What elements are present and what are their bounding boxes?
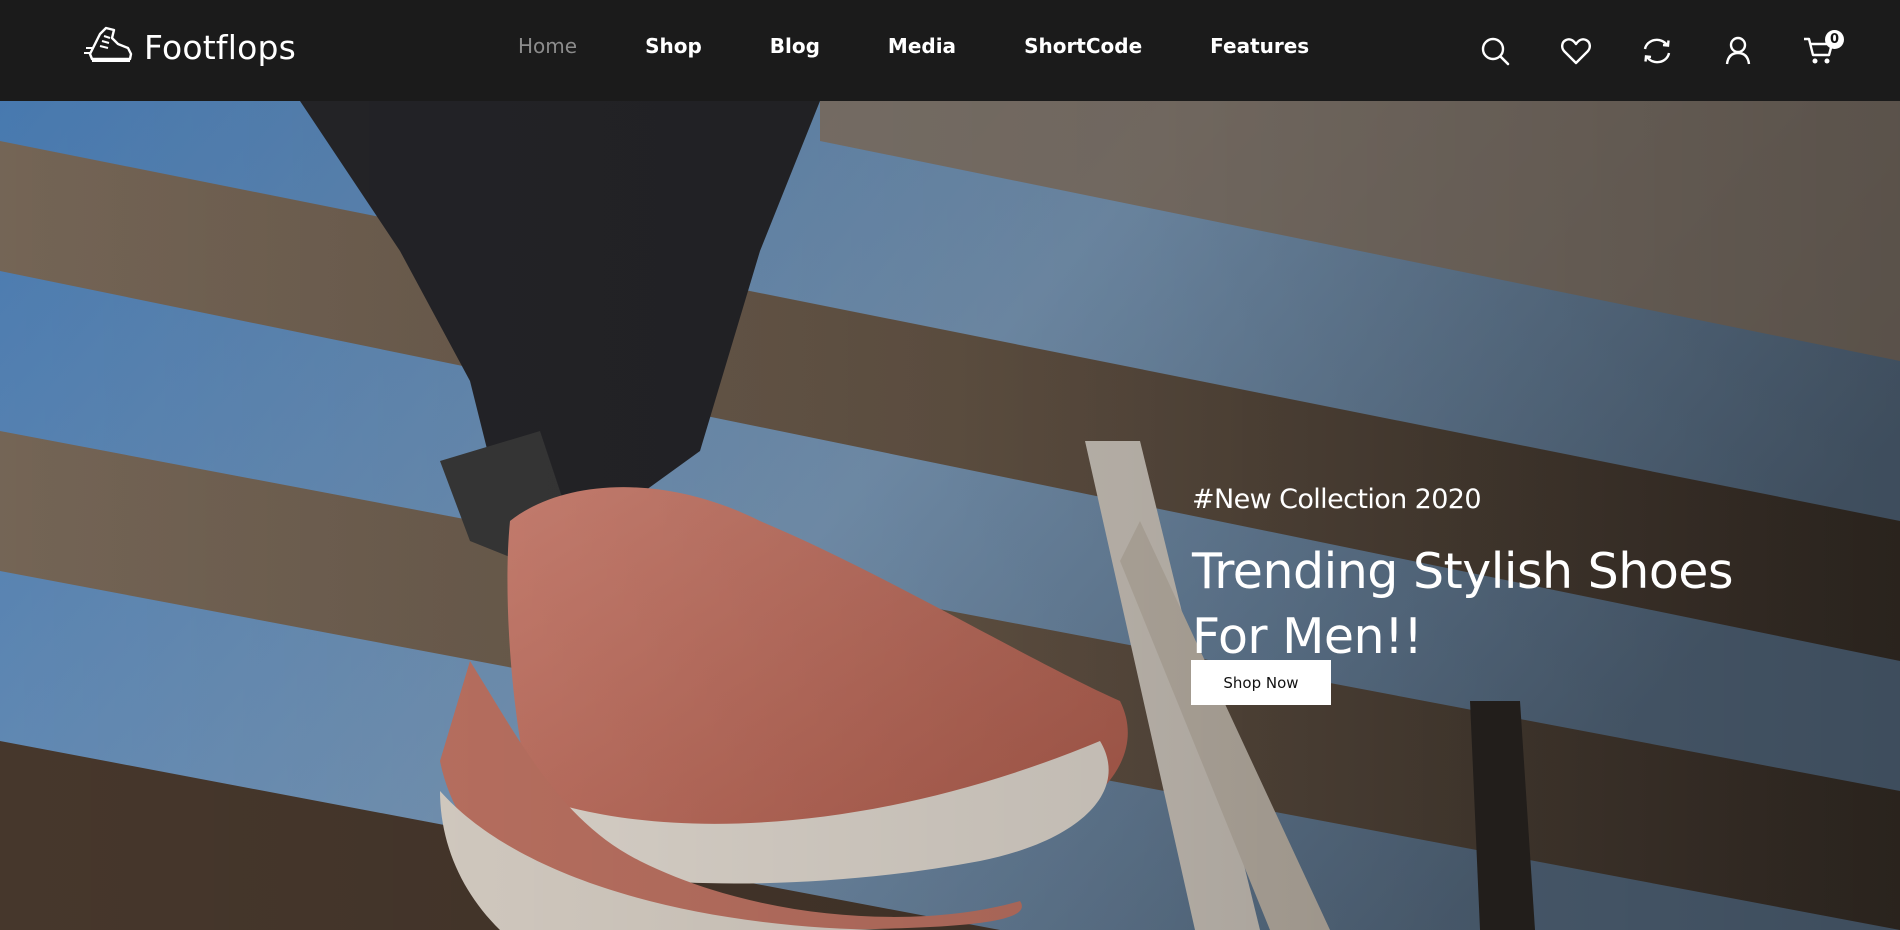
main-nav: Home Shop Blog Media ShortCode Features xyxy=(518,34,1309,58)
hero-headline-line1: Trending Stylish Shoes xyxy=(1192,543,1733,600)
hero-eyebrow: #New Collection 2020 xyxy=(1192,484,1482,515)
nav-features[interactable]: Features xyxy=(1210,34,1309,58)
nav-home[interactable]: Home xyxy=(518,34,577,58)
shop-now-button[interactable]: Shop Now xyxy=(1191,660,1331,705)
sneaker-icon xyxy=(84,24,134,71)
hero-headline: Trending Stylish Shoes For Men!! xyxy=(1192,539,1733,669)
brand-name: Footflops xyxy=(144,28,297,67)
hero-headline-line2: For Men!! xyxy=(1192,608,1423,665)
nav-shortcode[interactable]: ShortCode xyxy=(1024,34,1142,58)
site-header: Footflops Home Shop Blog Media ShortCode… xyxy=(0,0,1900,101)
cart-icon[interactable]: 0 xyxy=(1802,30,1844,68)
hero-banner: #New Collection 2020 Trending Stylish Sh… xyxy=(0,101,1900,930)
logo[interactable]: Footflops xyxy=(84,24,296,71)
cart-count-badge: 0 xyxy=(1825,30,1844,49)
hero-text: #New Collection 2020 Trending Stylish Sh… xyxy=(1192,484,1733,669)
nav-blog[interactable]: Blog xyxy=(770,34,820,58)
heart-icon[interactable] xyxy=(1559,34,1593,68)
header-actions: 0 xyxy=(1478,30,1844,68)
nav-media[interactable]: Media xyxy=(888,34,956,58)
refresh-icon[interactable] xyxy=(1640,34,1674,68)
nav-shop[interactable]: Shop xyxy=(645,34,702,58)
search-icon[interactable] xyxy=(1478,34,1512,68)
user-icon[interactable] xyxy=(1721,34,1755,68)
